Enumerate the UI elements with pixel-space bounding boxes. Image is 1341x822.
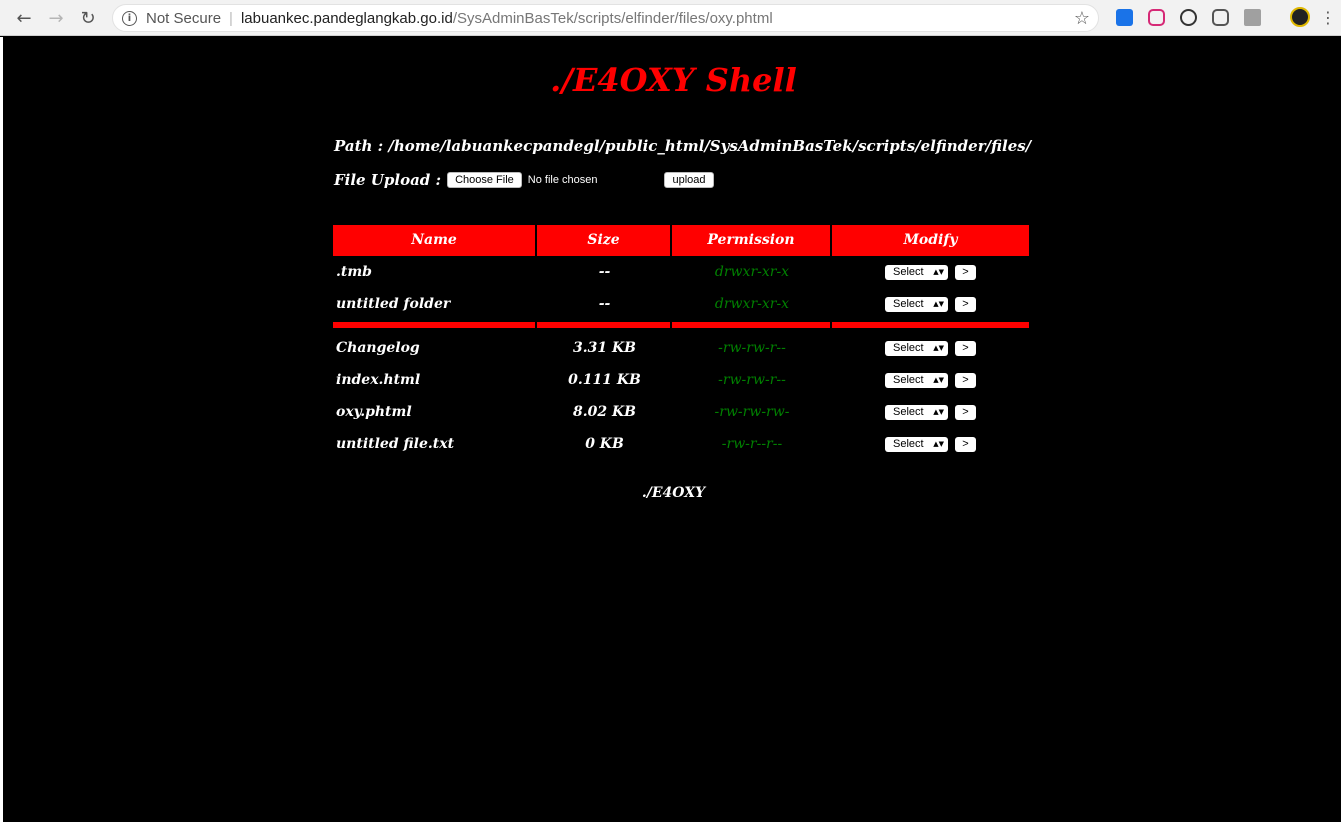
table-row: untitled file.txt 0 KB -rw-r--r-- Select… xyxy=(333,428,1029,460)
page-title: ./E4OXY Shell xyxy=(550,61,797,99)
table-row: oxy.phtml 8.02 KB -rw-rw-rw- Select ▲▼ > xyxy=(333,396,1029,428)
file-table: Name Size Permission Modify .tmb -- drwx… xyxy=(333,225,1029,460)
modify-controls: Select ▲▼ > xyxy=(832,436,1029,452)
table-row: .tmb -- drwxr-xr-x Select ▲▼ > xyxy=(333,256,1029,288)
current-path: Path : /home/labuankecpandegl/public_htm… xyxy=(334,137,1032,155)
action-select[interactable]: Select ▲▼ xyxy=(885,296,948,312)
file-name-link[interactable]: Changelog xyxy=(333,340,537,356)
folder-file-separator xyxy=(333,322,1029,328)
header-size: Size xyxy=(537,225,672,256)
table-row: Changelog 3.31 KB -rw-rw-r-- Select ▲▼ > xyxy=(333,332,1029,364)
action-select[interactable]: Select ▲▼ xyxy=(885,404,948,420)
upload-label: File Upload : xyxy=(334,171,442,189)
header-modify: Modify xyxy=(832,225,1029,256)
select-arrows-icon: ▲▼ xyxy=(933,408,944,416)
select-arrows-icon: ▲▼ xyxy=(933,440,944,448)
go-button[interactable]: > xyxy=(955,264,976,280)
select-arrows-icon: ▲▼ xyxy=(933,300,944,308)
table-header: Name Size Permission Modify xyxy=(333,225,1029,256)
modify-controls: Select ▲▼ > xyxy=(832,264,1029,280)
upload-form: File Upload : Choose File No file chosen… xyxy=(334,171,714,189)
action-select[interactable]: Select ▲▼ xyxy=(885,264,948,280)
address-divider: | xyxy=(229,9,233,27)
file-name-link[interactable]: untitled file.txt xyxy=(333,436,537,452)
action-select[interactable]: Select ▲▼ xyxy=(885,372,948,388)
action-select-value: Select xyxy=(893,298,924,310)
file-size: 8.02 KB xyxy=(573,404,636,420)
translate-extension-icon[interactable] xyxy=(1116,9,1133,26)
action-select-value: Select xyxy=(893,342,924,354)
table-row: untitled folder -- drwxr-xr-x Select ▲▼ > xyxy=(333,288,1029,320)
url-host: labuankec.pandeglangkab.go.id xyxy=(240,9,453,27)
file-permission: -rw-rw-r-- xyxy=(718,340,786,356)
no-file-chosen-text: No file chosen xyxy=(527,174,598,186)
forward-arrow-icon[interactable]: → xyxy=(44,6,68,30)
file-size: 3.31 KB xyxy=(573,340,636,356)
go-button[interactable]: > xyxy=(955,404,976,420)
choose-file-button[interactable]: Choose File xyxy=(447,172,522,188)
reload-icon[interactable]: ↻ xyxy=(76,6,100,30)
file-permission: drwxr-xr-x xyxy=(714,296,790,312)
action-select-value: Select xyxy=(893,374,924,386)
bookmark-star-icon[interactable]: ☆ xyxy=(1074,8,1090,29)
folder-name-link[interactable]: untitled folder xyxy=(333,296,537,312)
profile-extension-icon[interactable] xyxy=(1244,9,1261,26)
file-size: -- xyxy=(598,296,611,312)
file-permission: -rw-rw-rw- xyxy=(714,404,790,420)
info-icon[interactable]: i xyxy=(122,10,137,26)
file-size: 0 KB xyxy=(585,436,624,452)
file-permission: -rw-r--r-- xyxy=(721,436,783,452)
page-content: ./E4OXY Shell Path : /home/labuankecpand… xyxy=(0,37,1341,822)
header-permission: Permission xyxy=(672,225,832,256)
select-arrows-icon: ▲▼ xyxy=(933,376,944,384)
browser-menu-icon[interactable]: ⋮ xyxy=(1320,8,1336,27)
user-avatar-icon[interactable] xyxy=(1290,7,1310,27)
file-permission: drwxr-xr-x xyxy=(714,264,790,280)
go-button[interactable]: > xyxy=(955,296,976,312)
action-select-value: Select xyxy=(893,438,924,450)
address-bar[interactable]: i Not Secure | labuankec.pandeglangkab.g… xyxy=(112,4,1099,32)
footer-signature: ./E4OXY xyxy=(641,485,706,501)
go-button[interactable]: > xyxy=(955,436,976,452)
action-select[interactable]: Select ▲▼ xyxy=(885,436,948,452)
upload-button[interactable]: upload xyxy=(664,172,714,188)
table-row: index.html 0.111 KB -rw-rw-r-- Select ▲▼ … xyxy=(333,364,1029,396)
modify-controls: Select ▲▼ > xyxy=(832,340,1029,356)
url-path: /SysAdminBasTek/scripts/elfinder/files/o… xyxy=(452,9,773,27)
instagram-extension-icon[interactable] xyxy=(1148,9,1165,26)
not-secure-label: Not Secure xyxy=(146,9,222,27)
file-size: -- xyxy=(598,264,611,280)
go-button[interactable]: > xyxy=(955,372,976,388)
select-arrows-icon: ▲▼ xyxy=(933,268,944,276)
file-name-link[interactable]: index.html xyxy=(333,372,537,388)
action-select-value: Select xyxy=(893,266,924,278)
folder-name-link[interactable]: .tmb xyxy=(333,264,537,280)
chat-extension-icon[interactable] xyxy=(1212,9,1229,26)
back-arrow-icon[interactable]: ← xyxy=(12,6,36,30)
modify-controls: Select ▲▼ > xyxy=(832,404,1029,420)
file-permission: -rw-rw-r-- xyxy=(718,372,786,388)
action-select-value: Select xyxy=(893,406,924,418)
modify-controls: Select ▲▼ > xyxy=(832,296,1029,312)
go-button[interactable]: > xyxy=(955,340,976,356)
select-arrows-icon: ▲▼ xyxy=(933,344,944,352)
grammarly-extension-icon[interactable] xyxy=(1180,9,1197,26)
header-name: Name xyxy=(333,225,537,256)
browser-toolbar: ← → ↻ i Not Secure | labuankec.pandeglan… xyxy=(0,0,1341,36)
file-name-link[interactable]: oxy.phtml xyxy=(333,404,537,420)
file-size: 0.111 KB xyxy=(568,372,641,388)
modify-controls: Select ▲▼ > xyxy=(832,372,1029,388)
action-select[interactable]: Select ▲▼ xyxy=(885,340,948,356)
